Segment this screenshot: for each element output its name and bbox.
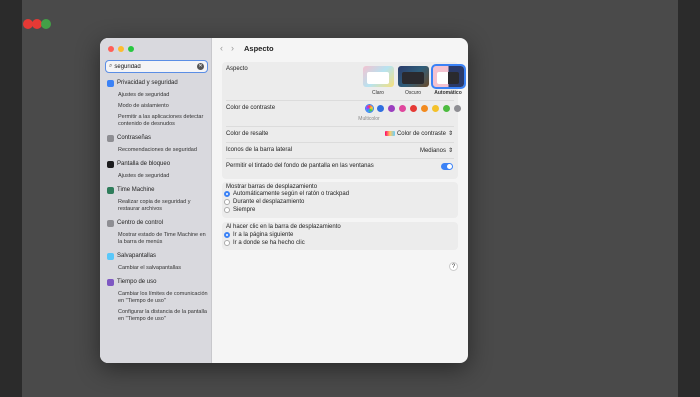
clear-search-icon[interactable]: ✕ [197,63,204,70]
sidebar-result-item[interactable]: Ajustes de seguridad [100,173,212,180]
time-machine-icon [107,186,114,194]
scrollbars-label: Mostrar barras de desplazamiento [226,184,318,190]
sidebar-category-label: Salvapantallas [117,253,157,259]
lock-screen-icon [107,160,114,168]
sidebar-category-label: Contraseñas [117,135,152,141]
search-results: Privacidad y seguridad Ajustes de segurid… [100,78,212,323]
key-icon [107,134,114,142]
toolbar: ‹ › Aspecto [212,38,468,58]
click-option-next-page[interactable]: Ir a la página siguiente [224,232,293,238]
contrast-swatch[interactable] [454,105,461,112]
sidebar-category[interactable]: Salvapantallas [100,251,212,261]
sidebar-result-item[interactable]: Mostrar estado de Time Machine en la bar… [100,232,212,246]
search-icon: ⌕ [109,63,113,69]
sidebar: ⌕ ✕ Privacidad y seguridad Ajustes de seg… [100,38,212,363]
sidebar-icon-size-value: Medianos [419,147,446,154]
contrast-swatch[interactable] [410,105,417,112]
contrast-swatch[interactable] [377,105,384,112]
back-button[interactable]: ‹ [220,43,223,53]
radio-icon [224,207,230,213]
appearance-auto-label: Automático [434,90,462,96]
scrollbars-option-always[interactable]: Siempre [224,207,255,213]
click-option-clicked-spot[interactable]: Ir a donde se ha hecho clic [224,240,305,246]
hourglass-icon [107,278,114,286]
sidebar-category[interactable]: Contraseñas [100,133,212,143]
chevron-updown-icon: ⇕ [447,148,453,154]
radio-icon [224,199,230,205]
chevron-updown-icon: ⇕ [447,131,453,137]
contrast-swatch[interactable] [399,105,406,112]
appearance-light-option[interactable] [363,66,394,87]
highlight-color-value: Color de contraste [396,130,446,137]
appearance-light-label: Claro [372,90,384,96]
click-panel: Al hacer clic en la barra de desplazamie… [222,222,458,250]
scrollbars-option-scrolling[interactable]: Durante el desplazamiento [224,199,304,205]
settings-window: ⌕ ✕ Privacidad y seguridad Ajustes de seg… [100,38,468,363]
highlight-swatch-icon [384,131,395,136]
help-button[interactable]: ? [449,262,458,271]
click-behavior-label: Al hacer clic en la barra de desplazamie… [226,224,341,230]
minimize-button[interactable] [118,46,124,52]
radio-icon [224,240,230,246]
wallpaper-tinting-toggle[interactable] [441,163,453,170]
multicolor-caption: Multicolor [358,116,380,122]
sidebar-category[interactable]: Tiempo de uso [100,277,212,287]
appearance-dark-label: Oscuro [404,90,422,96]
appearance-panel: Aspecto Claro Oscuro Automático Color de… [222,62,466,179]
radio-icon [224,232,230,238]
contrast-swatch[interactable] [421,105,428,112]
close-button[interactable] [108,46,114,52]
sidebar-icon-size-popup[interactable]: Medianos ⇕ [419,147,453,155]
sidebar-result-item[interactable]: Realizar copia de seguridad y restaurar … [100,199,212,213]
contrast-swatch[interactable] [443,105,450,112]
contrast-swatch[interactable] [432,105,439,112]
sidebar-category[interactable]: Time Machine [100,185,212,195]
hand-icon [107,79,114,87]
sidebar-result-item[interactable]: Modo de aislamiento [100,103,212,110]
sidebar-result-item[interactable]: Recomendaciones de seguridad [100,147,212,154]
screensaver-icon [107,252,114,260]
search-input[interactable] [114,63,185,70]
contrast-swatch[interactable] [365,104,374,113]
sidebar-category-label: Privacidad y seguridad [117,80,178,86]
sidebar-result-item[interactable]: Ajustes de seguridad [100,92,212,99]
radio-icon [224,191,230,197]
control-center-icon [107,219,114,227]
search-field[interactable]: ⌕ ✕ [105,60,208,73]
sidebar-result-item[interactable]: Cambiar los límites de comunicación en "… [100,291,212,305]
sidebar-category[interactable]: Pantalla de bloqueo [100,159,212,169]
app-logo [23,14,55,34]
sidebar-category[interactable]: Centro de control [100,218,212,228]
appearance-auto-option[interactable] [431,64,466,89]
highlight-color-popup[interactable]: Color de contraste ⇕ [384,130,453,137]
contrast-swatch[interactable] [388,105,395,112]
sidebar-result-item[interactable]: Cambiar el salvapantallas [100,265,212,272]
sidebar-category[interactable]: Privacidad y seguridad [100,78,212,88]
page-title: Aspecto [244,43,274,53]
appearance-dark-option[interactable] [398,66,429,87]
scrollbars-option-auto[interactable]: Automáticamente según el ratón o trackpa… [224,191,349,197]
sidebar-category-label: Centro de control [117,220,164,226]
zoom-button[interactable] [128,46,134,52]
scrollbars-panel: Mostrar barras de desplazamiento Automát… [222,182,458,218]
sidebar-result-item[interactable]: Permitir a las aplicaciones detectar con… [100,114,212,128]
forward-button[interactable]: › [231,43,234,53]
window-controls [108,46,134,52]
sidebar-category-label: Pantalla de bloqueo [117,161,171,167]
wallpaper-tinting-label: Permitir el tintado del fondo de pantall… [226,163,374,169]
sidebar-category-label: Tiempo de uso [117,279,157,285]
sidebar-result-item[interactable]: Configurar la distancia de la pantalla e… [100,309,212,323]
sidebar-category-label: Time Machine [117,187,155,193]
main-pane: ‹ › Aspecto Aspecto Claro Oscuro Automát… [212,38,468,363]
